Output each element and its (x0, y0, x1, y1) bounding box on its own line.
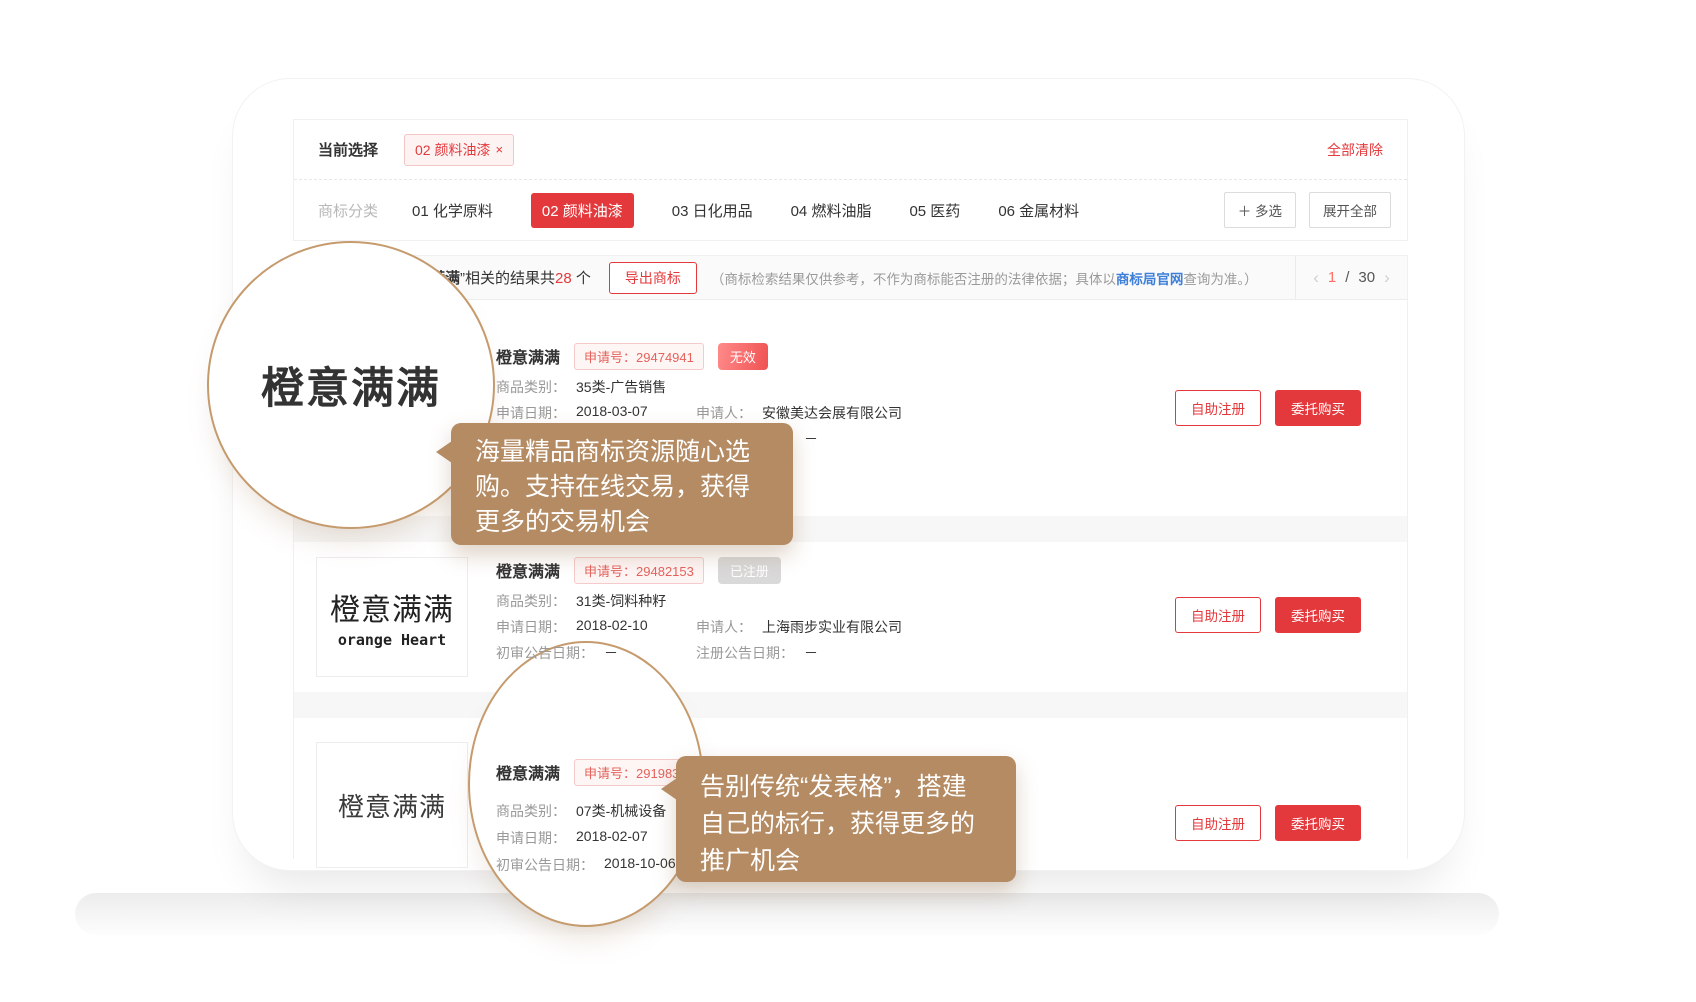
status-badge: 已注册 (718, 557, 781, 584)
field-label: 申请日期： (496, 828, 566, 848)
field-label: 申请日期： (496, 617, 566, 637)
brand-title: 橙意满满 (496, 760, 560, 784)
tooltip-line: 告别传统“发表格”，搭建 (700, 769, 992, 806)
category-label: 商标分类 (318, 200, 378, 221)
prev-page-icon[interactable]: ‹ (1313, 268, 1319, 288)
status-badge: 无效 (718, 343, 768, 370)
field-value: 上海雨步实业有限公司 (762, 617, 902, 637)
total-pages: 30 (1358, 269, 1375, 286)
app-window: 当前选择 02 颜料油漆 × 全部清除 商标分类 01 化学原料 02 颜料油漆… (232, 78, 1465, 871)
application-number-label: 申请号： (584, 766, 636, 781)
field-value: 2018-02-07 (576, 828, 648, 848)
field-label: 申请人： (696, 617, 752, 637)
category-row: 商标分类 01 化学原料 02 颜料油漆 03 日化用品 04 燃料油脂 05 … (294, 180, 1407, 240)
laptop-base (75, 893, 1499, 935)
application-number-value: 29474941 (636, 350, 694, 365)
current-page: 1 (1328, 269, 1336, 286)
tooltip-line: 购。支持在线交易，获得 (475, 470, 769, 505)
tooltip-line: 自己的标行，获得更多的 (700, 806, 992, 843)
trademark-image-text: 橙意满满 (330, 585, 454, 629)
multi-select-button[interactable]: ＋ 多选 (1224, 192, 1296, 228)
disclaimer-prefix: （商标检索结果仅供参考，不作为商标能否注册的法律依据；具体以 (711, 272, 1116, 287)
pagination: ‹ 1 / 30 › (1295, 256, 1407, 299)
application-number-value: 29482153 (636, 564, 694, 579)
field-value: 07类-机械设备 (576, 801, 666, 821)
tooltip-line: 推广机会 (700, 843, 992, 880)
results-count-unit: 个 (572, 270, 591, 287)
field-value: － (804, 643, 818, 663)
entrust-buy-button[interactable]: 委托购买 (1275, 390, 1361, 426)
self-register-button[interactable]: 自助注册 (1175, 805, 1261, 841)
field-value: 35类-广告销售 (576, 377, 666, 397)
current-selection-row: 当前选择 02 颜料油漆 × 全部清除 (294, 120, 1407, 180)
tooltip-promotion: 告别传统“发表格”，搭建 自己的标行，获得更多的 推广机会 (676, 756, 1016, 882)
disclaimer-suffix: 查询为准。） (1183, 272, 1257, 287)
filter-panel: 当前选择 02 颜料油漆 × 全部清除 商标分类 01 化学原料 02 颜料油漆… (293, 119, 1408, 241)
category-item-03[interactable]: 03 日化用品 (672, 200, 753, 221)
tooltip-line: 海量精品商标资源随心选 (475, 435, 769, 470)
category-item-05[interactable]: 05 医药 (909, 200, 960, 221)
field-label: 商品类别： (496, 801, 566, 821)
field-value: 2018-02-10 (576, 617, 648, 637)
tooltip-buy-trademarks: 海量精品商标资源随心选 购。支持在线交易，获得 更多的交易机会 (451, 423, 793, 545)
tooltip-line: 更多的交易机会 (475, 505, 769, 540)
field-value: 31类-饲料种籽 (576, 591, 666, 611)
category-item-06[interactable]: 06 金属材料 (998, 200, 1079, 221)
next-page-icon[interactable]: › (1384, 268, 1390, 288)
brand-title: 橙意满满 (496, 344, 560, 368)
selected-filter-tag[interactable]: 02 颜料油漆 × (404, 134, 514, 166)
results-count: 28 (555, 270, 572, 287)
field-label: 初审公告日期： (496, 855, 594, 875)
category-item-01[interactable]: 01 化学原料 (412, 200, 493, 221)
category-item-02-selected[interactable]: 02 颜料油漆 (531, 193, 634, 228)
field-label: 初审公告日期： (496, 643, 594, 663)
application-number-label: 申请号： (584, 350, 636, 365)
trademark-office-link[interactable]: 商标局官网 (1116, 272, 1184, 287)
field-label: 注册公告日期： (696, 643, 794, 663)
field-label: 商品类别： (496, 377, 566, 397)
application-number-label: 申请号： (584, 564, 636, 579)
remove-tag-icon[interactable]: × (495, 142, 503, 157)
trademark-image[interactable]: 橙意满满 orange Heart (316, 557, 468, 677)
field-label: 申请日期： (496, 403, 566, 423)
trademark-image-text: 橙意满满 (338, 787, 446, 824)
self-register-button[interactable]: 自助注册 (1175, 390, 1261, 426)
disclaimer-text: （商标检索结果仅供参考，不作为商标能否注册的法律依据；具体以商标局官网查询为准。… (711, 268, 1258, 288)
field-value: 安徽美达会展有限公司 (762, 403, 902, 423)
magnified-trademark-text: 橙意满满 (261, 354, 441, 416)
entrust-buy-button[interactable]: 委托购买 (1275, 805, 1361, 841)
tooltip-arrow-icon (661, 778, 677, 800)
trademark-image[interactable]: 橙意满满 (316, 742, 468, 868)
row-details: 橙意满满 申请号：29482153 已注册 商品类别： 31类-饲料种籽 申请日期… (496, 542, 902, 692)
field-value: － (604, 643, 618, 663)
tooltip-arrow-icon (436, 441, 452, 463)
entrust-buy-button[interactable]: 委托购买 (1275, 597, 1361, 633)
application-number-tag: 申请号：29482153 (574, 557, 704, 584)
field-label: 商品类别： (496, 591, 566, 611)
trademark-image-subtext: orange Heart (338, 631, 446, 649)
current-selection-label: 当前选择 (318, 139, 378, 160)
table-row: 橙意满满 orange Heart 橙意满满 申请号：29482153 已注册 … (294, 542, 1407, 692)
field-label: 申请人： (696, 403, 752, 423)
application-number-tag: 申请号：29474941 (574, 343, 704, 370)
field-value: － (804, 429, 818, 449)
field-value: 2018-03-07 (576, 403, 648, 423)
expand-all-button[interactable]: 展开全部 (1309, 192, 1391, 228)
selected-filter-tag-label: 02 颜料油漆 (415, 140, 490, 160)
export-trademark-button[interactable]: 导出商标 (609, 262, 697, 294)
page-separator: / (1345, 269, 1349, 286)
brand-title: 橙意满满 (496, 558, 560, 582)
self-register-button[interactable]: 自助注册 (1175, 597, 1261, 633)
field-value: 2018-10-06 (604, 855, 676, 875)
category-item-04[interactable]: 04 燃料油脂 (791, 200, 872, 221)
summary-mid: ”相关的结果共 (460, 270, 555, 287)
clear-all-button[interactable]: 全部清除 (1327, 140, 1383, 160)
